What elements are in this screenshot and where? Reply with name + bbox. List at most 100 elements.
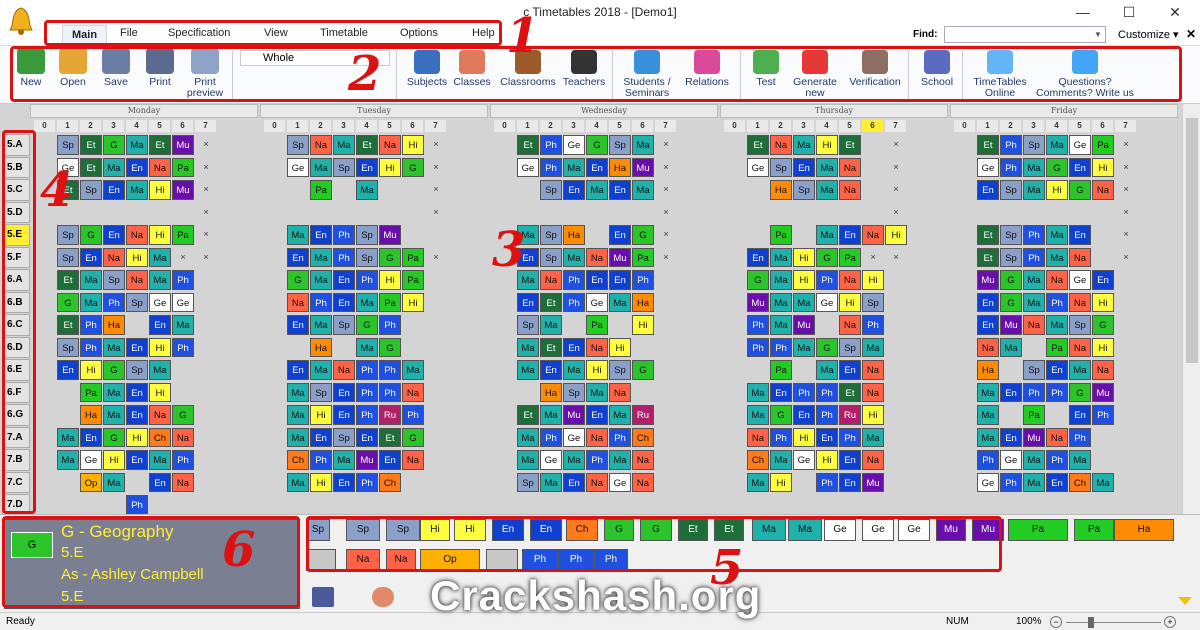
empty-slot[interactable]	[494, 427, 516, 447]
lesson-card[interactable]: Ma	[1023, 157, 1045, 177]
empty-slot[interactable]	[1023, 495, 1045, 514]
class-label[interactable]: 6.E	[2, 359, 30, 381]
palette-card[interactable]: En	[492, 519, 524, 541]
empty-slot[interactable]	[425, 495, 447, 514]
empty-slot[interactable]	[126, 202, 148, 222]
lesson-card[interactable]: Na	[540, 270, 562, 290]
lesson-card[interactable]: Ma	[310, 157, 332, 177]
lesson-card[interactable]: Hi	[839, 292, 861, 312]
lesson-card[interactable]: Ma	[862, 337, 884, 357]
lesson-card[interactable]: Na	[149, 157, 171, 177]
lesson-card[interactable]: Sp	[517, 315, 539, 335]
lesson-card[interactable]: G	[816, 247, 838, 267]
empty-slot[interactable]	[747, 360, 769, 380]
lesson-card[interactable]: En	[977, 315, 999, 335]
empty-slot[interactable]	[954, 405, 976, 425]
menu-help[interactable]: Help	[472, 27, 495, 39]
period-header[interactable]: 2	[540, 120, 561, 132]
lesson-card[interactable]: Ma	[1023, 292, 1045, 312]
lesson-card[interactable]: Ma	[1023, 180, 1045, 200]
lesson-card[interactable]: Pa	[586, 315, 608, 335]
empty-slot[interactable]	[57, 382, 79, 402]
lesson-card[interactable]: Et	[839, 135, 861, 155]
lesson-card[interactable]: En	[333, 405, 355, 425]
lesson-card[interactable]: En	[586, 405, 608, 425]
lesson-card[interactable]: Ma	[149, 360, 171, 380]
empty-slot[interactable]	[609, 495, 631, 514]
lesson-card[interactable]: Hi	[149, 382, 171, 402]
lesson-card[interactable]: Ph	[80, 315, 102, 335]
period-header[interactable]: 0	[34, 120, 55, 132]
period-header[interactable]: 3	[563, 120, 584, 132]
lesson-card[interactable]: Mu	[1000, 315, 1022, 335]
lesson-card[interactable]: En	[126, 405, 148, 425]
lesson-card[interactable]: Hi	[770, 472, 792, 492]
empty-slot[interactable]	[264, 382, 286, 402]
lesson-card[interactable]: Ph	[172, 337, 194, 357]
lesson-card[interactable]: Ph	[379, 360, 401, 380]
blocked-slot[interactable]: ×	[885, 180, 907, 200]
lesson-card[interactable]: Ru	[632, 405, 654, 425]
lesson-card[interactable]: Ma	[149, 270, 171, 290]
class-label[interactable]: 5.A	[2, 134, 30, 156]
lesson-card[interactable]: En	[310, 427, 332, 447]
lesson-card[interactable]: Sp	[356, 225, 378, 245]
lesson-card[interactable]: Ma	[1023, 450, 1045, 470]
lesson-card[interactable]: En	[103, 225, 125, 245]
empty-slot[interactable]	[655, 337, 677, 357]
blocked-slot[interactable]: ×	[885, 157, 907, 177]
lesson-card[interactable]: Ph	[333, 225, 355, 245]
lesson-card[interactable]: Ph	[862, 315, 884, 335]
lesson-card[interactable]: Ma	[310, 315, 332, 335]
empty-slot[interactable]	[402, 472, 424, 492]
period-header[interactable]: 2	[310, 120, 331, 132]
lesson-card[interactable]: Ph	[609, 427, 631, 447]
lesson-card[interactable]: Ma	[747, 472, 769, 492]
lesson-card[interactable]: Ph	[839, 427, 861, 447]
empty-slot[interactable]	[195, 315, 217, 335]
palette-card[interactable]: G	[604, 519, 634, 541]
lesson-card[interactable]: Ma	[103, 405, 125, 425]
lesson-card[interactable]: Na	[149, 405, 171, 425]
blocked-slot[interactable]: ×	[195, 180, 217, 200]
empty-slot[interactable]	[655, 427, 677, 447]
lesson-card[interactable]: En	[1069, 405, 1091, 425]
empty-slot[interactable]	[494, 180, 516, 200]
period-header[interactable]: 4	[1046, 120, 1067, 132]
empty-slot[interactable]	[494, 135, 516, 155]
lesson-card[interactable]: Sp	[1069, 315, 1091, 335]
empty-slot[interactable]	[655, 405, 677, 425]
period-header[interactable]: 3	[103, 120, 124, 132]
empty-slot[interactable]	[954, 292, 976, 312]
subject-card[interactable]: G	[11, 532, 53, 558]
lesson-card[interactable]: En	[839, 450, 861, 470]
lesson-card[interactable]: En	[126, 337, 148, 357]
lesson-card[interactable]: Na	[770, 135, 792, 155]
empty-slot[interactable]	[494, 157, 516, 177]
lesson-card[interactable]: Ma	[103, 337, 125, 357]
lesson-card[interactable]: Na	[333, 360, 355, 380]
empty-slot[interactable]	[494, 360, 516, 380]
lesson-card[interactable]: En	[1069, 225, 1091, 245]
lesson-card[interactable]: Hi	[126, 427, 148, 447]
empty-slot[interactable]	[310, 202, 332, 222]
empty-slot[interactable]	[724, 157, 746, 177]
period-header[interactable]: 6	[862, 120, 883, 132]
lesson-card[interactable]: Na	[1092, 360, 1114, 380]
lesson-card[interactable]: Ma	[632, 135, 654, 155]
empty-slot[interactable]	[655, 495, 677, 514]
lesson-card[interactable]: Ph	[816, 382, 838, 402]
lesson-card[interactable]: Ma	[977, 427, 999, 447]
palette-card[interactable]: Mu	[936, 519, 966, 541]
period-header[interactable]: 1	[977, 120, 998, 132]
lesson-card[interactable]: Ge	[540, 450, 562, 470]
lesson-card[interactable]: Mu	[862, 472, 884, 492]
lesson-card[interactable]: Ma	[517, 427, 539, 447]
period-header[interactable]: 6	[172, 120, 193, 132]
lesson-card[interactable]: Ph	[770, 427, 792, 447]
lesson-card[interactable]: Ph	[356, 270, 378, 290]
lesson-card[interactable]: Ma	[540, 472, 562, 492]
lesson-card[interactable]: Hi	[126, 247, 148, 267]
lesson-card[interactable]: Ma	[977, 382, 999, 402]
empty-slot[interactable]	[609, 202, 631, 222]
